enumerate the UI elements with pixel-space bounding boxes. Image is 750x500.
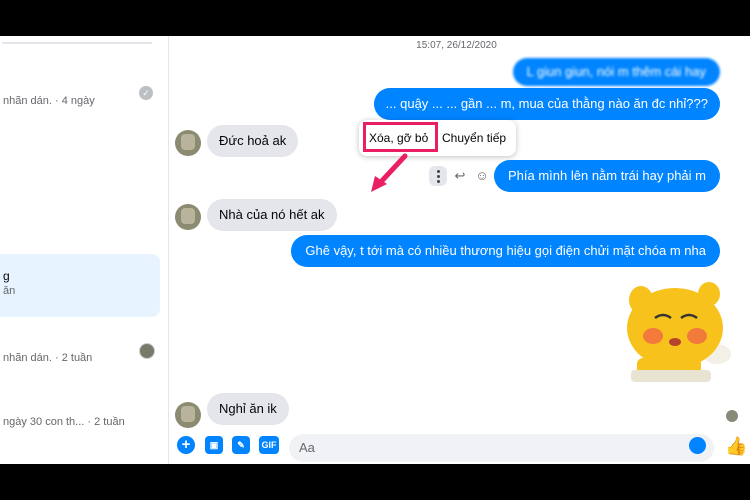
plus-icon[interactable]: + <box>177 436 195 454</box>
forward-button[interactable]: Chuyển tiếp <box>442 126 506 150</box>
conversation-preview: ăn <box>3 285 16 297</box>
outgoing-message[interactable]: Ghê vậy, t tới mà có nhiều thương hiệu g… <box>291 235 720 267</box>
contact-avatar <box>175 204 201 230</box>
like-icon[interactable]: 👍 <box>725 436 747 457</box>
seen-avatar <box>726 410 738 422</box>
conversation-item-selected[interactable]: g ăn <box>0 254 160 317</box>
outgoing-message[interactable]: ... quậy ... ... gần ... m, mua của thằn… <box>373 88 720 120</box>
conversation-list: nhãn dán. · 4 ngày ✓ g ăn nhãn dán. · 2 … <box>0 36 169 464</box>
check-icon: ✓ <box>139 86 153 100</box>
incoming-message[interactable]: Nghỉ ăn ik <box>207 393 289 425</box>
outgoing-message[interactable]: L giun giun, nói m thêm cái hay <box>512 58 720 86</box>
incoming-message[interactable]: Nhà của nó hết ak <box>207 199 337 231</box>
seen-avatar <box>139 343 155 359</box>
react-icon[interactable]: ☺ <box>474 168 490 184</box>
conversation-preview: ngày 30 con th... · 2 tuần <box>3 416 125 428</box>
outgoing-message[interactable]: Phía mình lên nằm trái hay phải m <box>494 160 720 192</box>
contact-avatar <box>175 402 201 428</box>
contact-avatar <box>175 130 201 156</box>
conversation-preview: nhãn dán. · 2 tuần <box>3 352 93 364</box>
message-input[interactable]: Aa <box>289 434 714 462</box>
reply-icon[interactable]: ↩ <box>452 168 468 184</box>
messenger-window: nhãn dán. · 4 ngày ✓ g ăn nhãn dán. · 2 … <box>0 36 750 464</box>
message-composer: + ▣ ✎ GIF Aa 👍 <box>169 428 750 464</box>
highlight-box <box>363 122 438 152</box>
more-icon[interactable] <box>429 166 447 186</box>
message-input-placeholder: Aa <box>299 440 315 455</box>
gif-icon[interactable]: GIF <box>259 436 279 454</box>
sticker-icon[interactable]: ✎ <box>232 436 250 454</box>
emoji-icon[interactable] <box>689 437 706 454</box>
chat-pane: 15:07, 26/12/2020 L giun giun, nói m thê… <box>169 36 750 464</box>
divider <box>2 42 152 44</box>
conversation-preview: nhãn dán. · 4 ngày <box>3 95 95 107</box>
incoming-message[interactable]: Đức hoả ak <box>207 125 299 157</box>
message-timestamp: 15:07, 26/12/2020 <box>416 40 497 51</box>
image-icon[interactable]: ▣ <box>205 436 223 454</box>
conversation-name: g <box>3 269 10 283</box>
pointer-arrow-icon <box>371 153 408 192</box>
sticker-image[interactable] <box>617 274 745 386</box>
